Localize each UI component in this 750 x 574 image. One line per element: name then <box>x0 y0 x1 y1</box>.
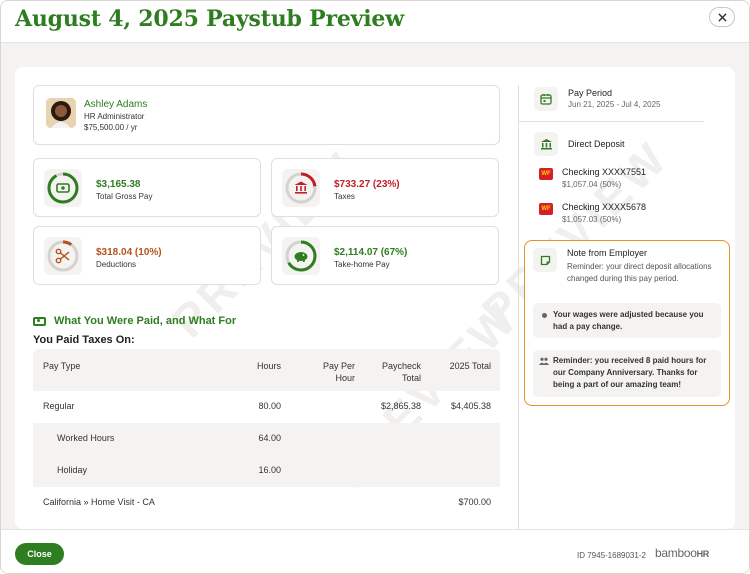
note-title: Note from Employer <box>567 248 648 258</box>
table-header: Pay Type Hours Pay Per Hour Paycheck Tot… <box>33 349 500 391</box>
note-message-text: Your wages were adjusted because you had… <box>553 310 704 331</box>
brand-name: bamboo <box>655 546 697 560</box>
section-title-text: What You Were Paid, and What For <box>54 315 237 327</box>
brand-suffix: HR <box>696 549 710 559</box>
piggy-bank-icon <box>282 237 320 275</box>
account-amount: $1,057.04 (50%) <box>562 180 622 189</box>
column-divider <box>518 85 519 529</box>
table-row: Worked Hours 64.00 <box>33 423 500 455</box>
modal-footer: Close ID 7945-1689031-2 bambooHR <box>1 529 749 573</box>
people-icon <box>539 357 549 365</box>
table-row: Regular 80.00 $2,865.38 $4,405.38 <box>33 391 500 423</box>
close-icon-button[interactable] <box>709 7 735 27</box>
section-title: What You Were Paid, and What For <box>33 315 236 327</box>
stat-taxes: $733.27 (23%) Taxes <box>271 158 499 217</box>
account-amount: $1,057.03 (50%) <box>562 215 622 224</box>
stat-total-gross-pay: $3,165.38 Total Gross Pay <box>33 158 261 217</box>
col-paycheck-total: Paycheck Total <box>381 361 421 383</box>
col-ytd-total: 2025 Total <box>449 361 491 371</box>
bamboohr-logo: bambooHR <box>655 546 709 560</box>
stat-deductions: $318.04 (10%) Deductions <box>33 226 261 285</box>
close-icon <box>717 12 727 22</box>
section-subtitle: You Paid Taxes On: <box>33 334 135 346</box>
employee-salary: $75,500.00 / yr <box>84 123 138 132</box>
account-name: Checking XXXX5678 <box>562 202 647 212</box>
col-hours: Hours <box>256 361 281 371</box>
scissors-icon <box>44 237 82 275</box>
piggy-bank-icon <box>294 252 308 262</box>
calendar-icon <box>534 87 558 111</box>
money-icon <box>33 316 46 326</box>
cell-pay-type: Regular <box>43 401 75 411</box>
cell-paycheck-total: $2,865.38 <box>380 401 421 411</box>
employee-name: Ashley Adams <box>84 99 148 110</box>
avatar <box>46 98 76 128</box>
cell-hours: 80.00 <box>258 401 281 411</box>
stat-label: Taxes <box>334 192 355 201</box>
wells-fargo-logo-icon: WF <box>539 168 553 180</box>
stat-take-home-pay: $2,114.07 (67%) Take-home Pay <box>271 226 499 285</box>
money-icon <box>44 169 82 207</box>
table-row: California » Home Visit - CA $700.00 <box>33 487 500 519</box>
stat-value: $318.04 (10%) <box>96 247 162 258</box>
stat-value: $3,165.38 <box>96 179 141 190</box>
pay-period-value: Jun 21, 2025 - Jul 4, 2025 <box>568 100 661 109</box>
col-pay-type: Pay Type <box>43 361 81 371</box>
modal-header: August 4, 2025 Paystub Preview <box>1 1 749 43</box>
close-button[interactable]: Close <box>15 543 64 565</box>
bank-icon <box>534 132 558 156</box>
money-icon <box>56 183 70 193</box>
note-text: Reminder: your direct deposit allocation… <box>567 262 712 283</box>
bank-icon <box>294 181 308 194</box>
stat-value: $733.27 (23%) <box>334 179 400 190</box>
cell-ytd-total: $700.00 <box>458 497 491 507</box>
info-dot-icon <box>542 313 547 318</box>
cell-hours: 16.00 <box>258 465 281 475</box>
stat-label: Deductions <box>96 260 137 269</box>
stat-label: Take-home Pay <box>334 260 390 269</box>
stat-value: $2,114.07 (67%) <box>334 247 408 258</box>
pay-period-title: Pay Period <box>568 88 613 98</box>
document-id: ID 7945-1689031-2 <box>577 551 646 560</box>
scissors-icon <box>55 248 70 264</box>
employee-card: Ashley Adams HR Administrator $75,500.00… <box>33 85 500 145</box>
paystub-preview-modal: August 4, 2025 Paystub Preview PREVIEW P… <box>0 0 750 574</box>
cell-hours: 64.00 <box>258 433 281 443</box>
divider <box>518 121 704 122</box>
employee-role: HR Administrator <box>84 112 145 121</box>
cell-pay-type: California » Home Visit - CA <box>43 497 155 507</box>
col-pay-per-hour: Pay Per Hour <box>322 361 355 383</box>
wells-fargo-logo-icon: WF <box>539 203 553 215</box>
cell-ytd-total: $4,405.38 <box>450 401 491 411</box>
note-message: Reminder: you received 8 paid hours for … <box>533 350 721 397</box>
note-message-text: Reminder: you received 8 paid hours for … <box>553 356 707 389</box>
cell-pay-type: Holiday <box>57 465 88 475</box>
cell-pay-type: Worked Hours <box>57 433 115 443</box>
stat-label: Total Gross Pay <box>96 192 153 201</box>
table-row: Holiday 16.00 <box>33 455 500 487</box>
employer-note: Note from Employer Reminder: your direct… <box>524 240 730 406</box>
note-icon <box>533 248 557 272</box>
ring-track <box>47 240 79 272</box>
direct-deposit-title: Direct Deposit <box>568 139 625 149</box>
note-message: Your wages were adjusted because you had… <box>533 303 721 338</box>
page-title: August 4, 2025 Paystub Preview <box>15 6 404 32</box>
bank-icon <box>282 169 320 207</box>
account-name: Checking XXXX7551 <box>562 167 647 177</box>
